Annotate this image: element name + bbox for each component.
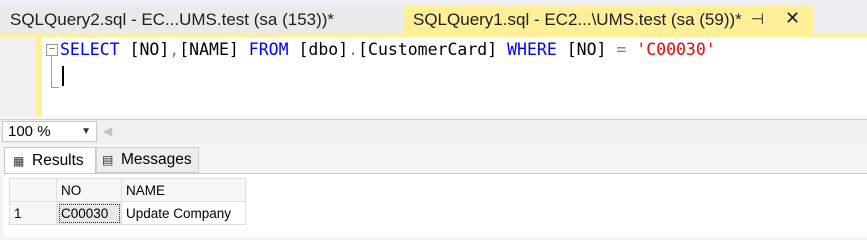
tab-messages[interactable]: ▤ Messages [96,147,199,173]
comma: , [169,40,180,59]
results-panel: ▦ Results ▤ Messages NO NAME 1 C00030 Up… [0,144,867,237]
close-icon[interactable]: ✕ [785,8,800,29]
row-number-cell[interactable]: 1 [9,201,57,225]
where-column: [NO] [566,40,607,59]
table-name: [CustomerCard] [358,40,498,59]
keyword-select: SELECT [60,40,120,59]
cell-name[interactable]: Update Company [121,201,246,225]
tab-title: SQLQuery2.sql - EC...UMS.test (sa (153))… [10,10,335,29]
zoom-value: 100 % [8,123,51,140]
collapse-toggle-icon[interactable]: − [46,44,58,56]
keyword-from: FROM [248,40,289,59]
zoom-bar: 100 % ▼ ◀ [0,119,867,144]
editor-margin [0,37,38,117]
grid-header-row: NO NAME [9,178,246,202]
change-tracking-bar [36,37,42,117]
grid-icon: ▦ [13,153,25,168]
outline-line [51,56,52,88]
keyword-where: WHERE [507,40,557,59]
pin-icon[interactable]: ⊣ [751,10,764,28]
cell-no[interactable]: C00030 [56,201,122,225]
table-row[interactable]: 1 C00030 Update Company [9,201,246,225]
text-caret [62,66,64,86]
tab-sqlquery1[interactable]: SQLQuery1.sql - EC2...\UMS.test (sa (59)… [403,6,813,34]
scroll-left-icon[interactable]: ◀ [103,124,112,138]
row-number-header[interactable] [9,178,57,202]
code-line-1[interactable]: SELECT [NO],[NAME] FROM [dbo].[CustomerC… [60,40,716,59]
query-editor[interactable]: − SELECT [NO],[NAME] FROM [dbo].[Custome… [0,37,867,121]
column-header-no[interactable]: NO [56,178,122,202]
dot: . [348,40,359,59]
results-grid: NO NAME 1 C00030 Update Company [9,178,246,225]
tab-sqlquery2[interactable]: SQLQuery2.sql - EC...UMS.test (sa (153))… [0,6,402,34]
zoom-dropdown[interactable]: 100 % ▼ [2,121,97,142]
column-header-name[interactable]: NAME [121,178,246,202]
chevron-down-icon: ▼ [81,126,91,137]
document-tab-strip: SQLQuery2.sql - EC...UMS.test (sa (153))… [0,0,867,34]
column-no: [NO] [129,40,170,59]
results-grid-container: NO NAME 1 C00030 Update Company [4,173,867,237]
tab-results[interactable]: ▦ Results [4,147,96,173]
tab-title: SQLQuery1.sql - EC2...\UMS.test (sa (59)… [413,10,742,29]
column-name: [NAME] [179,40,239,59]
equals-operator: = [616,40,627,59]
string-literal: 'C00030' [636,40,716,59]
messages-icon: ▤ [102,153,114,167]
outline-line-end [51,87,59,88]
tab-messages-label: Messages [121,151,192,168]
schema-name: [dbo] [298,40,349,59]
tab-results-label: Results [32,151,84,169]
